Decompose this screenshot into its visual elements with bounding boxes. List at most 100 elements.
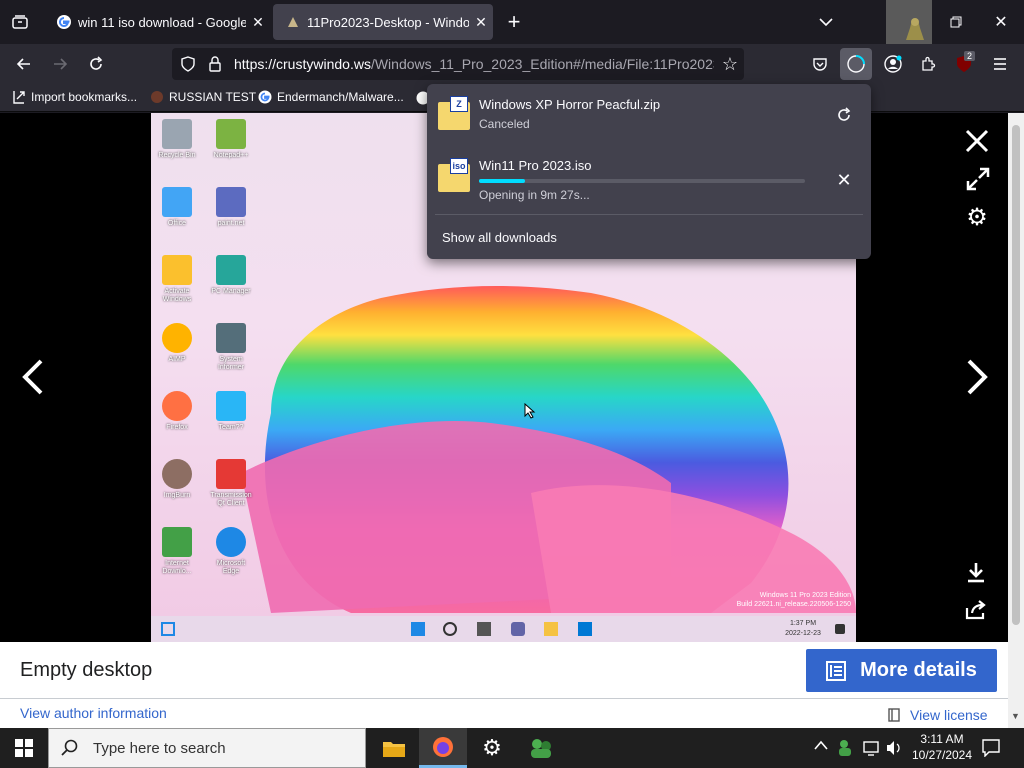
windows-taskbar: Type here to search ⚙ 3:11 AM 10/27/2024 <box>0 728 1024 768</box>
show-hidden-icons[interactable] <box>814 738 828 753</box>
bookmark-import[interactable]: Import bookmarks... <box>12 90 137 104</box>
retry-icon[interactable] <box>832 103 856 127</box>
transmission-icon <box>216 459 246 489</box>
extensions-icon[interactable] <box>912 48 944 80</box>
lock-icon[interactable] <box>208 56 222 72</box>
network-icon[interactable] <box>862 740 880 761</box>
shield-icon[interactable] <box>180 56 196 72</box>
fullscreen-icon[interactable] <box>964 167 992 195</box>
teams-icon <box>511 622 525 636</box>
taskbar-file-explorer[interactable] <box>370 728 418 768</box>
tab-title: 11Pro2023-Desktop - Windows <box>307 14 469 30</box>
close-tab-icon[interactable]: ✕ <box>246 14 270 31</box>
desktop-icon-pc-manager[interactable]: PC Manager <box>209 255 253 296</box>
clock-date: 10/27/2024 <box>911 748 973 762</box>
tray-app-icon[interactable] <box>838 739 854 762</box>
bookmark-endermanch[interactable]: Endermanch/Malware... <box>258 90 404 104</box>
bookmark-russian-test[interactable]: RUSSIAN TEST <box>150 90 256 104</box>
reload-button[interactable] <box>80 48 112 80</box>
close-icon[interactable] <box>962 128 992 158</box>
account-icon[interactable] <box>877 48 909 80</box>
tab-11pro2023-desktop[interactable]: 11Pro2023-Desktop - Windows ✕ <box>273 4 493 40</box>
more-details-button[interactable]: More details <box>806 649 997 692</box>
forward-button[interactable] <box>44 48 76 80</box>
desktop-icon-firefox[interactable]: Firefox <box>155 391 199 432</box>
cursor-figure-icon <box>906 18 924 40</box>
pc-manager-icon <box>216 255 246 285</box>
pocket-icon[interactable] <box>804 48 836 80</box>
document-icon <box>826 660 847 681</box>
desktop-icon-imgburn[interactable]: ImgBurn <box>155 459 199 500</box>
download-progress-bar <box>479 179 805 183</box>
search-placeholder: Type here to search <box>93 739 226 757</box>
desktop-icon-activate[interactable]: Activate Windows <box>155 255 199 304</box>
desktop-icon-idm[interactable]: Internet Downlo... <box>155 527 199 576</box>
show-all-downloads-link[interactable]: Show all downloads <box>442 230 557 245</box>
desktop-icon-paintnet[interactable]: paint.net <box>209 187 253 228</box>
image-description: Empty desktop <box>20 659 153 681</box>
close-window-button[interactable]: ✕ <box>985 6 1017 38</box>
desktop-icon-recycle-bin[interactable]: Recycle Bin <box>155 119 199 160</box>
tab-list-icon[interactable] <box>4 6 36 38</box>
bookmark-label: Endermanch/Malware... <box>277 90 404 104</box>
start-button[interactable] <box>0 728 48 768</box>
download-manager-icon <box>162 527 192 557</box>
desktop-icon-edge[interactable]: Microsoft Edge <box>209 527 253 576</box>
license-icon <box>888 708 900 722</box>
volume-icon[interactable] <box>886 740 902 761</box>
ublock-icon[interactable]: 2 <box>948 48 980 80</box>
previous-arrow-icon[interactable] <box>14 357 50 397</box>
next-arrow-icon[interactable] <box>960 357 996 397</box>
taskbar-settings[interactable]: ⚙ <box>468 728 516 768</box>
author-link[interactable]: View author information <box>20 705 167 721</box>
google-icon <box>57 15 71 29</box>
minimize-button[interactable] <box>886 0 932 44</box>
download-item[interactable]: Z Windows XP Horror Peacful.zip Canceled <box>427 84 871 144</box>
scroll-down-arrow[interactable]: ▼ <box>1011 711 1020 721</box>
clock-time: 3:11 AM <box>920 732 964 746</box>
download-filename: Win11 Pro 2023.iso <box>479 158 592 173</box>
download-icon[interactable] <box>964 561 988 585</box>
tab-bar: win 11 iso download - Google S ✕ 11Pro20… <box>0 0 1024 44</box>
download-filename: Windows XP Horror Peacful.zip <box>479 97 661 112</box>
url-text[interactable]: https://crustywindo.ws/Windows_11_Pro_20… <box>234 56 714 72</box>
download-item[interactable]: iso Win11 Pro 2023.iso Opening in 9m 27s… <box>427 146 871 206</box>
desktop-icon-system-informer[interactable]: System Informer <box>209 323 253 372</box>
zip-file-icon: Z <box>438 96 470 130</box>
folder-icon <box>216 391 246 421</box>
restore-button[interactable] <box>940 6 972 38</box>
desktop-clock: 1:37 PM 2022-12-23 <box>785 620 821 637</box>
close-tab-icon[interactable]: ✕ <box>469 14 493 31</box>
gear-icon[interactable]: ⚙ <box>964 205 990 231</box>
desktop-icon-aimp[interactable]: AIMP <box>155 323 199 364</box>
back-button[interactable] <box>8 48 40 80</box>
taskbar-firefox[interactable] <box>419 728 467 768</box>
scrollbar[interactable]: ▼ <box>1008 113 1024 728</box>
google-icon <box>258 90 272 104</box>
taskbar-clock[interactable]: 3:11 AM 10/27/2024 <box>910 731 974 763</box>
desktop-icon-transmission[interactable]: Transmission Qt Client <box>209 459 253 508</box>
taskbar-search-box[interactable]: Type here to search <box>48 728 366 768</box>
downloads-button[interactable] <box>840 48 872 80</box>
new-tab-button[interactable]: + <box>498 6 530 38</box>
chevron-down-icon[interactable] <box>810 6 842 38</box>
tab-title: win 11 iso download - Google S <box>78 14 246 30</box>
import-icon <box>13 91 25 104</box>
url-bar[interactable]: https://crustywindo.ws/Windows_11_Pro_20… <box>172 48 744 80</box>
cancel-icon[interactable]: ✕ <box>832 168 856 192</box>
taskbar-green-app[interactable] <box>517 728 565 768</box>
windows-logo-icon <box>15 739 33 757</box>
bookmark-star-icon[interactable]: ☆ <box>718 52 742 76</box>
action-center-icon[interactable] <box>982 739 1000 762</box>
menu-icon[interactable] <box>984 48 1016 80</box>
media-info-bar: Empty desktop More details View author i… <box>0 642 1008 728</box>
activation-watermark: Windows 11 Pro 2023 Edition Build 22621.… <box>736 592 851 608</box>
share-icon[interactable] <box>964 600 988 624</box>
desktop-icon-office[interactable]: Office <box>155 187 199 228</box>
tab-google-search[interactable]: win 11 iso download - Google S ✕ <box>44 4 270 40</box>
scrollbar-thumb[interactable] <box>1012 125 1020 625</box>
search-icon <box>443 622 457 636</box>
desktop-icon-team[interactable]: Team?? <box>209 391 253 432</box>
desktop-icon-notepad[interactable]: Notepad++ <box>209 119 253 160</box>
license-link[interactable]: View license <box>888 707 988 723</box>
